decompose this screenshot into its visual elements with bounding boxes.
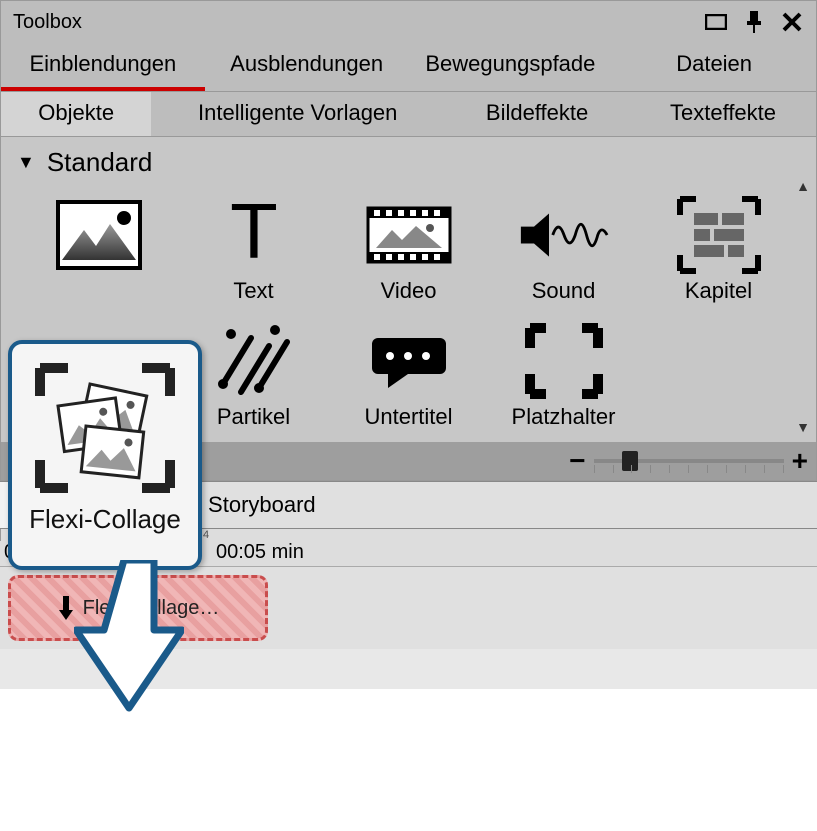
- zoom-in-icon[interactable]: +: [792, 445, 808, 477]
- time-mid-label: 00:05 min: [216, 541, 304, 564]
- object-bild[interactable]: Bild: [25, 196, 172, 304]
- object-label: Video: [381, 278, 437, 304]
- tab-ausblendungen[interactable]: Ausblendungen: [205, 43, 409, 91]
- object-label: Text: [233, 278, 273, 304]
- object-platzhalter[interactable]: Platzhalter: [490, 322, 637, 430]
- chapter-icon: [674, 196, 764, 274]
- image-icon: [54, 196, 144, 274]
- tab-intelligente-vorlagen[interactable]: Intelligente Vorlagen: [151, 92, 444, 136]
- text-icon: T: [209, 196, 299, 274]
- section-header[interactable]: ▼ Standard: [11, 143, 806, 188]
- collage-icon: [30, 358, 180, 498]
- object-label: Sound: [532, 278, 596, 304]
- collapse-icon: ▼: [17, 152, 35, 173]
- drag-preview-card: Flexi-Collage: [8, 340, 202, 570]
- zoom-control: − +: [569, 445, 808, 477]
- tab-row-second: Objekte Intelligente Vorlagen Bildeffekt…: [1, 92, 816, 137]
- subtitle-icon: [364, 322, 454, 400]
- tab-texteffekte[interactable]: Texteffekte: [630, 92, 816, 136]
- tab-dateien[interactable]: Dateien: [612, 43, 816, 91]
- object-label: Partikel: [217, 404, 290, 430]
- zoom-slider[interactable]: [594, 459, 784, 463]
- ruler-tick: 4: [200, 529, 250, 541]
- svg-text:T: T: [230, 200, 278, 270]
- object-kapitel[interactable]: Kapitel: [645, 196, 792, 304]
- zoom-out-icon[interactable]: −: [569, 445, 585, 477]
- restore-icon[interactable]: [704, 10, 728, 34]
- particle-icon: [209, 322, 299, 400]
- video-icon: [364, 196, 454, 274]
- object-video[interactable]: Video: [335, 196, 482, 304]
- object-sound[interactable]: Sound: [490, 196, 637, 304]
- section-title: Standard: [47, 147, 153, 178]
- arrow-down-icon: [57, 594, 75, 622]
- scroll-down-icon[interactable]: ▼: [796, 420, 810, 434]
- drag-preview-label: Flexi-Collage: [29, 504, 181, 535]
- scroll-up-icon[interactable]: ▲: [796, 179, 810, 193]
- tab-bildeffekte[interactable]: Bildeffekte: [444, 92, 630, 136]
- scroll-track[interactable]: [796, 193, 810, 420]
- object-label: Kapitel: [685, 278, 752, 304]
- pin-icon[interactable]: [742, 10, 766, 34]
- object-partikel[interactable]: Partikel: [180, 322, 327, 430]
- titlebar: Toolbox: [1, 1, 816, 43]
- window-title: Toolbox: [13, 11, 82, 34]
- object-label: Untertitel: [364, 404, 452, 430]
- tab-objekte[interactable]: Objekte: [1, 92, 151, 136]
- drag-arrow-icon: [74, 560, 184, 720]
- object-text[interactable]: T Text: [180, 196, 327, 304]
- sound-icon: [519, 196, 609, 274]
- tab-einblendungen[interactable]: Einblendungen: [1, 43, 205, 91]
- object-untertitel[interactable]: Untertitel: [335, 322, 482, 430]
- vertical-scrollbar[interactable]: ▲ ▼: [794, 179, 812, 434]
- tab-storyboard[interactable]: Storyboard: [192, 482, 332, 528]
- placeholder-icon: [519, 322, 609, 400]
- tab-bewegungspfade[interactable]: Bewegungspfade: [409, 43, 613, 91]
- close-icon[interactable]: [780, 10, 804, 34]
- object-label: Platzhalter: [512, 404, 616, 430]
- tab-row-top: Einblendungen Ausblendungen Bewegungspfa…: [1, 43, 816, 92]
